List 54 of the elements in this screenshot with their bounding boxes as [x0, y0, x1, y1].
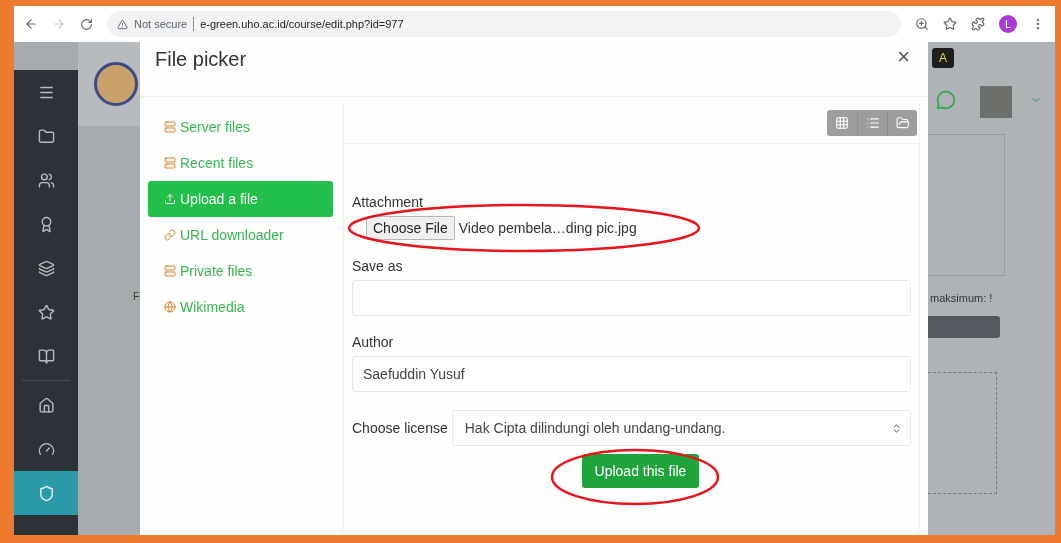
folder-icon — [895, 116, 910, 130]
folder-icon — [37, 127, 55, 145]
zoom-icon[interactable] — [915, 17, 929, 31]
link-icon — [164, 229, 176, 241]
grid-view-button[interactable] — [827, 110, 857, 136]
repository-item[interactable]: Wikimedia — [148, 289, 333, 325]
field-label: Author — [352, 334, 395, 350]
upload-icon — [164, 193, 176, 205]
server-icon — [164, 121, 176, 133]
warning-icon — [117, 18, 128, 30]
author-field[interactable]: Saefuddin Yusuf — [352, 356, 911, 392]
field-label: Save as — [352, 258, 404, 274]
view-toolbar — [928, 316, 1000, 338]
shield-icon — [37, 484, 55, 502]
repository-item[interactable]: Recent files — [148, 145, 333, 181]
repository-item[interactable]: URL downloader — [148, 217, 333, 253]
upload-button[interactable]: Upload this file — [581, 454, 700, 488]
license-select[interactable]: Hak Cipta dilindungi oleh undang-undang. — [451, 410, 911, 446]
grid-icon — [835, 116, 849, 130]
dialog-title: File picker — [155, 47, 247, 71]
star-icon — [37, 303, 55, 321]
back-icon[interactable] — [24, 17, 38, 31]
repository-item[interactable]: Private files — [148, 253, 333, 289]
page-text: maksimum: ! — [930, 292, 993, 304]
security-label: Not secure — [134, 18, 188, 30]
server-icon — [164, 265, 176, 277]
field-label: Choose license — [352, 420, 448, 436]
field-label: Attachment — [352, 194, 424, 210]
url-text: e-green.uho.ac.id/course/edit.php?id=977 — [200, 18, 404, 30]
accessibility-badge[interactable]: A — [932, 48, 954, 68]
people-icon — [37, 171, 55, 189]
profile-avatar[interactable]: L — [999, 15, 1017, 33]
choose-file-button[interactable]: Choose File — [366, 216, 455, 240]
star-icon[interactable] — [943, 17, 957, 31]
list-icon — [865, 116, 880, 130]
folder-view-button[interactable] — [887, 110, 917, 136]
address-bar[interactable]: Not secure e-green.uho.ac.id/course/edit.php?id=977 — [107, 11, 901, 37]
book-icon — [37, 347, 55, 365]
reload-icon[interactable] — [80, 17, 93, 31]
list-view-button[interactable] — [857, 110, 887, 136]
puzzle-icon[interactable] — [971, 17, 985, 31]
server-icon — [164, 157, 176, 169]
page-text: F — [133, 290, 140, 302]
logo-icon — [94, 62, 138, 106]
globe-icon — [164, 301, 176, 313]
forward-icon[interactable] — [52, 17, 66, 31]
updown-caret-icon — [891, 422, 902, 434]
gauge-icon — [37, 440, 55, 458]
save-as-field[interactable] — [352, 280, 911, 316]
repository-item[interactable]: Server files — [148, 109, 333, 145]
layers-icon — [37, 259, 55, 277]
home-icon — [37, 396, 55, 414]
file-name: Video pembela…ding pic.jpg — [458, 220, 637, 236]
close-button[interactable]: × — [893, 46, 914, 68]
